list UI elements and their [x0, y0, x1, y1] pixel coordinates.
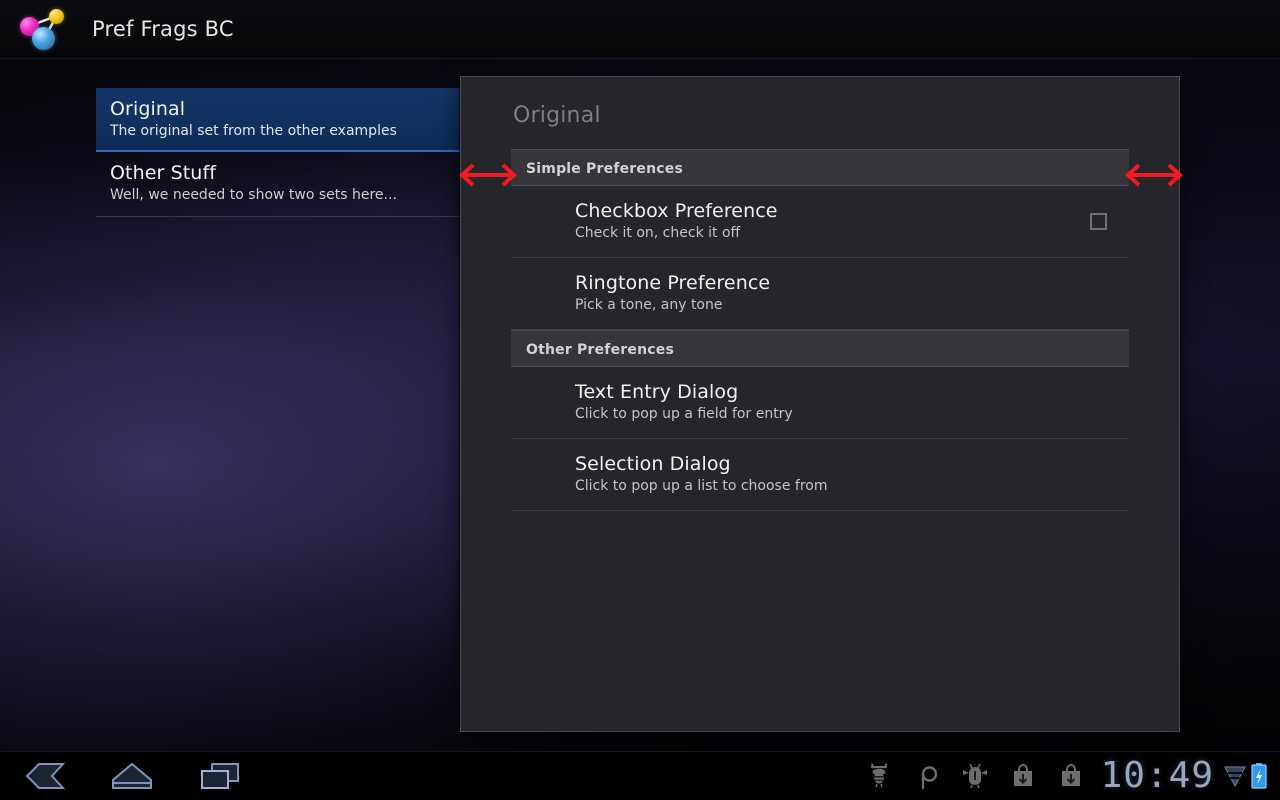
rho-icon-glyph: [921, 766, 937, 790]
preference-header-list: Original The original set from the other…: [96, 88, 480, 217]
molecule-node-blue: [32, 27, 55, 50]
preference-widget-area: [1067, 212, 1129, 230]
preference-list: Simple Preferences Checkbox Preference C…: [461, 149, 1179, 511]
category-label: Simple Preferences: [526, 161, 683, 177]
double-headed-arrow-left-icon: [459, 163, 517, 187]
preference-title: Ringtone Preference: [575, 272, 771, 294]
wifi-icon-glyph: [1223, 766, 1247, 788]
preference-summary: Check it on, check it off: [575, 225, 741, 241]
preference-row-text-entry[interactable]: Text Entry Dialog Click to pop up a fiel…: [511, 367, 1129, 439]
preference-summary: Click to pop up a list to choose from: [575, 478, 828, 494]
molecule-icon: [18, 7, 66, 51]
preference-row-text: Text Entry Dialog Click to pop up a fiel…: [575, 380, 1067, 424]
molecule-node-yellow: [49, 9, 64, 24]
preference-title: Text Entry Dialog: [575, 381, 739, 403]
preference-row-ringtone[interactable]: Ringtone Preference Pick a tone, any ton…: [511, 258, 1129, 330]
action-bar: Pref Frags BC: [0, 0, 1280, 59]
download-bag-icon-2-glyph: [1061, 764, 1080, 786]
double-headed-arrow-right-icon: [1125, 163, 1183, 187]
bug-icon-glyph: [962, 763, 987, 789]
wifi-icon[interactable]: [1222, 762, 1248, 790]
preference-row-selection[interactable]: Selection Dialog Click to pop up a list …: [511, 439, 1129, 511]
header-item-other-stuff[interactable]: Other Stuff Well, we needed to show two …: [96, 152, 480, 216]
bee-icon-glyph: [870, 763, 887, 788]
system-bar: 10:49: [0, 751, 1280, 800]
preference-summary: Click to pop up a field for entry: [575, 406, 793, 422]
download-bag-icon-2[interactable]: [1047, 756, 1095, 796]
battery-charging-icon[interactable]: [1248, 761, 1270, 791]
annotation-arrow-left: [458, 158, 518, 196]
bug-icon[interactable]: [951, 756, 999, 796]
back-icon[interactable]: [20, 756, 68, 796]
android-tablet-screen: Pref Frags BC Original The original set …: [0, 0, 1280, 800]
preference-title: Checkbox Preference: [575, 200, 778, 222]
bee-icon[interactable]: [855, 756, 903, 796]
header-item-summary: The original set from the other examples: [110, 123, 397, 139]
battery-charging-icon-glyph: [1251, 763, 1267, 789]
header-item-summary: Well, we needed to show two sets here...: [110, 187, 397, 203]
app-title: Pref Frags BC: [92, 17, 234, 41]
home-icon[interactable]: [108, 756, 156, 796]
preference-category-simple: Simple Preferences: [511, 149, 1129, 186]
download-bag-icon[interactable]: [999, 756, 1047, 796]
annotation-arrow-right: [1124, 158, 1184, 196]
preference-panel: Original Simple Preferences Checkbox Pre…: [460, 76, 1180, 732]
preference-row-text: Selection Dialog Click to pop up a list …: [575, 452, 1067, 496]
preference-row-text: Ringtone Preference Pick a tone, any ton…: [575, 271, 1067, 315]
navigation-buttons: [20, 756, 244, 796]
preference-category-other: Other Preferences: [511, 330, 1129, 367]
header-list-divider: [96, 216, 480, 217]
category-label: Other Preferences: [526, 342, 674, 358]
header-item-title: Original: [110, 98, 186, 120]
status-icons: 10:49: [855, 756, 1280, 796]
preference-panel-title: Original: [513, 103, 601, 128]
back-icon-glyph: [25, 763, 66, 789]
preference-summary: Pick a tone, any tone: [575, 297, 723, 313]
home-icon-glyph: [112, 762, 152, 789]
checkbox-preference-checkbox[interactable]: [1089, 212, 1107, 230]
header-item-original[interactable]: Original The original set from the other…: [96, 88, 480, 152]
header-item-title: Other Stuff: [110, 162, 217, 184]
recents-icon-glyph: [201, 763, 239, 789]
download-bag-icon-glyph: [1013, 764, 1032, 786]
rho-icon[interactable]: [903, 756, 951, 796]
preference-title: Selection Dialog: [575, 453, 731, 475]
recents-icon[interactable]: [196, 756, 244, 796]
preference-row-text: Checkbox Preference Check it on, check i…: [575, 199, 1067, 243]
preference-row-checkbox[interactable]: Checkbox Preference Check it on, check i…: [511, 186, 1129, 258]
status-clock[interactable]: 10:49: [1101, 757, 1214, 795]
